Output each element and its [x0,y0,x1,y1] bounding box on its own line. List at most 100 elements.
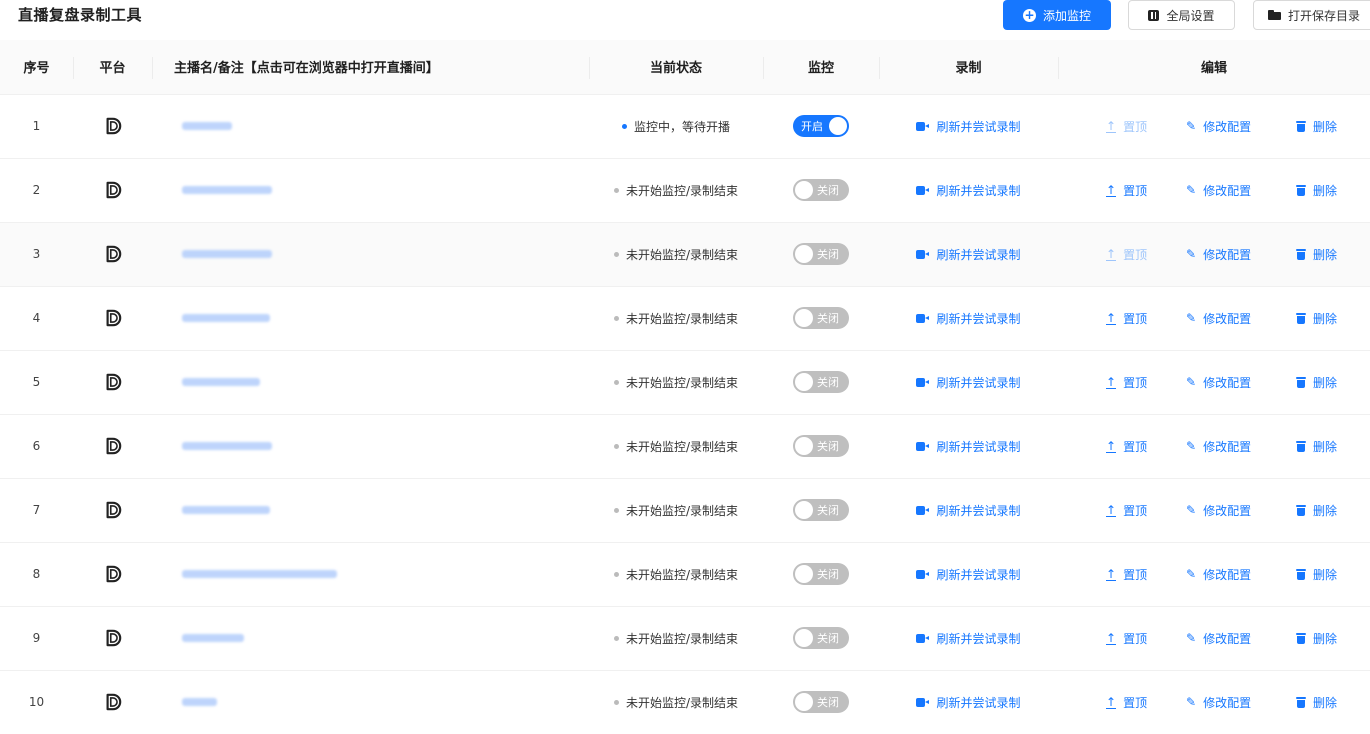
delete-button[interactable]: 删除 [1296,630,1337,647]
status-dot [613,635,619,641]
edit-config-button[interactable]: ✎ 修改配置 [1186,566,1296,583]
row-streamer-name[interactable] [152,542,589,607]
monitor-switch[interactable]: 关闭 [793,243,849,265]
row-index: 8 [0,542,73,607]
pin-top-button[interactable]: ↑ 置顶 [1106,246,1186,263]
blurred-name-placeholder[interactable] [182,698,217,706]
pin-top-button[interactable]: ↑ 置顶 [1106,630,1186,647]
delete-button[interactable]: 删除 [1296,694,1337,711]
row-streamer-name[interactable] [152,670,589,734]
pin-top-icon: ↑ [1106,694,1117,709]
record-button[interactable]: 刷新并尝试录制 [916,182,1021,199]
monitor-switch[interactable]: 关闭 [793,563,849,585]
edit-config-button[interactable]: ✎ 修改配置 [1186,182,1296,199]
row-monitor: 关闭 [763,350,879,415]
pencil-icon: ✎ [1186,503,1197,517]
delete-button[interactable]: 删除 [1296,310,1337,327]
row-streamer-name[interactable] [152,222,589,287]
blurred-name-placeholder[interactable] [182,186,272,194]
record-label: 刷新并尝试录制 [936,247,1021,262]
monitor-switch[interactable]: 关闭 [793,179,849,201]
monitor-switch[interactable]: 开启 [793,115,849,137]
blurred-name-placeholder[interactable] [182,378,260,386]
monitor-switch[interactable]: 关闭 [793,627,849,649]
monitor-switch[interactable]: 关闭 [793,435,849,457]
edit-config-button[interactable]: ✎ 修改配置 [1186,438,1296,455]
pin-top-button[interactable]: ↑ 置顶 [1106,502,1186,519]
row-streamer-name[interactable] [152,606,589,671]
delete-button[interactable]: 删除 [1296,182,1337,199]
pin-top-button[interactable]: ↑ 置顶 [1106,374,1186,391]
trash-icon [1296,376,1306,388]
pencil-icon: ✎ [1186,567,1197,581]
row-platform [73,478,152,543]
row-streamer-name[interactable] [152,286,589,351]
pin-top-button[interactable]: ↑ 置顶 [1106,182,1186,199]
record-label: 刷新并尝试录制 [936,695,1021,710]
row-streamer-name[interactable] [152,414,589,479]
row-index: 2 [0,158,73,223]
monitor-switch[interactable]: 关闭 [793,371,849,393]
pin-top-button[interactable]: ↑ 置顶 [1106,118,1186,135]
video-camera-icon [916,249,930,259]
trash-icon [1296,120,1306,132]
record-button[interactable]: 刷新并尝试录制 [916,502,1021,519]
delete-button[interactable]: 删除 [1296,246,1337,263]
record-button[interactable]: 刷新并尝试录制 [916,438,1021,455]
row-streamer-name[interactable] [152,350,589,415]
edit-config-button[interactable]: ✎ 修改配置 [1186,310,1296,327]
delete-button[interactable]: 删除 [1296,438,1337,455]
record-button[interactable]: 刷新并尝试录制 [916,630,1021,647]
delete-button[interactable]: 删除 [1296,118,1337,135]
record-button[interactable]: 刷新并尝试录制 [916,694,1021,711]
open-folder-button[interactable]: 打开保存目录 [1253,0,1370,30]
monitor-switch[interactable]: 关闭 [793,691,849,713]
edit-config-button[interactable]: ✎ 修改配置 [1186,630,1296,647]
pin-top-button[interactable]: ↑ 置顶 [1106,438,1186,455]
row-record: 刷新并尝试录制 [879,158,1058,223]
pencil-icon: ✎ [1186,119,1197,133]
pin-top-button[interactable]: ↑ 置顶 [1106,694,1186,711]
delete-label: 删除 [1313,311,1338,326]
edit-config-button[interactable]: ✎ 修改配置 [1186,246,1296,263]
edit-config-button[interactable]: ✎ 修改配置 [1186,502,1296,519]
pin-top-label: 置顶 [1123,247,1148,262]
pin-top-button[interactable]: ↑ 置顶 [1106,310,1186,327]
row-streamer-name[interactable] [152,478,589,543]
blurred-name-placeholder[interactable] [182,634,244,642]
delete-label: 删除 [1313,119,1338,134]
blurred-name-placeholder[interactable] [182,506,270,514]
add-monitor-button[interactable]: + 添加监控 [1003,0,1111,30]
delete-button[interactable]: 删除 [1296,502,1337,519]
row-status: 未开始监控/录制结束 [589,286,763,351]
blurred-name-placeholder[interactable] [182,442,272,450]
pin-top-button[interactable]: ↑ 置顶 [1106,566,1186,583]
blurred-name-placeholder[interactable] [182,250,272,258]
monitor-switch[interactable]: 关闭 [793,307,849,329]
row-streamer-name[interactable] [152,158,589,223]
edit-config-button[interactable]: ✎ 修改配置 [1186,694,1296,711]
row-streamer-name[interactable] [152,94,589,159]
record-button[interactable]: 刷新并尝试录制 [916,374,1021,391]
row-status: 未开始监控/录制结束 [589,606,763,671]
pin-top-label: 置顶 [1123,119,1148,134]
monitor-switch[interactable]: 关闭 [793,499,849,521]
video-camera-icon [916,313,930,323]
blurred-name-placeholder[interactable] [182,570,337,578]
record-button[interactable]: 刷新并尝试录制 [916,118,1021,135]
row-edit: ↑ 置顶 ✎ 修改配置 删除 [1058,414,1370,479]
blurred-name-placeholder[interactable] [182,314,270,322]
delete-label: 删除 [1313,183,1338,198]
edit-config-button[interactable]: ✎ 修改配置 [1186,374,1296,391]
video-camera-icon [916,505,930,515]
global-settings-button[interactable]: 全局设置 [1128,0,1235,30]
table-row: 7 未开始监控/录制结束 关闭 刷新并尝试录制 ↑ 置顶 ✎ 修改配置 删除 [0,478,1370,543]
edit-config-button[interactable]: ✎ 修改配置 [1186,118,1296,135]
record-button[interactable]: 刷新并尝试录制 [916,246,1021,263]
blurred-name-placeholder[interactable] [182,122,232,130]
douyin-d-icon [106,309,121,327]
delete-button[interactable]: 删除 [1296,374,1337,391]
delete-button[interactable]: 删除 [1296,566,1337,583]
record-button[interactable]: 刷新并尝试录制 [916,310,1021,327]
record-button[interactable]: 刷新并尝试录制 [916,566,1021,583]
